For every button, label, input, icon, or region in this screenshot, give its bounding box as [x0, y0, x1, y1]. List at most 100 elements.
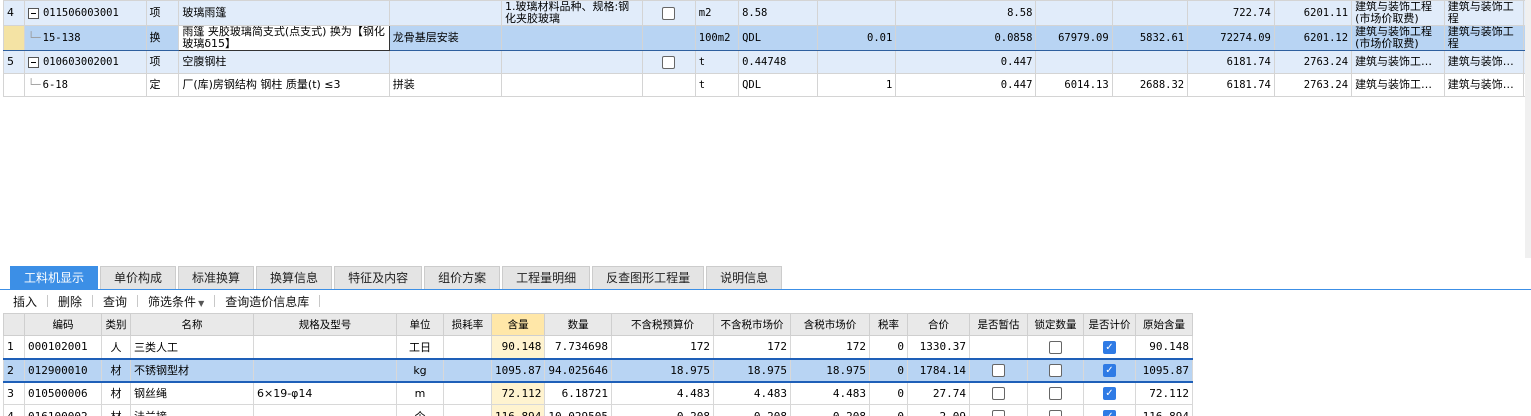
resource-code[interactable]: 012900010 [24, 357, 102, 383]
work-content[interactable]: 龙骨基层安装 [388, 25, 502, 51]
column-header[interactable]: 编码 [24, 313, 102, 336]
price-cell[interactable]: 0.208 [789, 404, 870, 416]
loss-rate[interactable] [443, 381, 492, 405]
price-cell[interactable]: 4.483 [789, 381, 870, 405]
resource-name[interactable]: 法兰接 [130, 404, 254, 416]
column-header[interactable]: 含量 [490, 313, 546, 336]
collapse-icon[interactable] [27, 7, 39, 19]
column-header[interactable]: 名称 [130, 313, 254, 336]
column-header[interactable]: 单位 [396, 313, 444, 336]
price-cell[interactable]: 172 [789, 335, 870, 359]
column-header[interactable]: 是否暂估 [968, 313, 1028, 336]
work-content[interactable]: 拼装 [388, 73, 502, 97]
column-header[interactable]: 含税市场价 [789, 313, 870, 336]
lock-qty-checkbox[interactable] [1048, 340, 1062, 354]
price-cell[interactable]: 172 [712, 335, 791, 359]
collapse-icon[interactable] [27, 56, 39, 68]
resource-name[interactable]: 三类人工 [130, 335, 254, 359]
estimate-checkbox[interactable] [991, 409, 1005, 416]
item-feature[interactable] [500, 73, 643, 97]
lock-qty-checkbox[interactable] [1048, 387, 1062, 400]
work-content[interactable] [388, 0, 502, 26]
tab-quantity-detail[interactable]: 工程量明细 [502, 266, 591, 289]
resource-name[interactable]: 钢丝绳 [130, 381, 254, 405]
table-row[interactable]: 5 010603002001 项 空腹钢柱 t 0.44748 0.447 61… [3, 50, 1531, 74]
insert-button[interactable]: 插入 [13, 293, 37, 310]
column-header[interactable]: 不含税市场价 [712, 313, 791, 336]
resource-code[interactable]: 016100002 [24, 404, 102, 416]
priced-checkbox[interactable]: ✓ [1102, 387, 1116, 400]
filter-dropdown[interactable]: 筛选条件 ▼ [148, 293, 204, 310]
item-feature[interactable] [500, 25, 643, 51]
resource-spec[interactable] [253, 335, 397, 359]
lock-qty-checkbox[interactable] [1048, 409, 1062, 416]
item-name[interactable]: 空腹钢柱 [178, 50, 390, 74]
column-header[interactable]: 税率 [868, 313, 908, 336]
resource-code[interactable]: 010500006 [24, 381, 102, 405]
item-feature[interactable]: 1.玻璃材料品种、规格:钢化夹胶玻璃 [500, 0, 643, 26]
tab-conversion-info[interactable]: 换算信息 [256, 266, 333, 289]
column-header[interactable]: 类别 [101, 313, 131, 336]
resource-name[interactable]: 不锈钢型材 [130, 357, 254, 383]
tax-rate[interactable]: 0 [868, 357, 908, 383]
table-row[interactable]: 1 000102001 人 三类人工 工日 90.148 7.734698 17… [3, 335, 1193, 359]
tax-rate[interactable]: 0 [868, 335, 908, 359]
table-row[interactable]: 4 016100002 材 法兰接 个 116.894 10.029505 0.… [3, 404, 1193, 416]
item-name[interactable]: 玻璃雨篷 [178, 0, 390, 26]
resource-spec[interactable] [253, 357, 397, 383]
tab-unit-price-composition[interactable]: 单价构成 [100, 266, 177, 289]
tab-description[interactable]: 说明信息 [706, 266, 783, 289]
qty-expression[interactable]: QDL [738, 25, 819, 51]
content-value[interactable]: 1095.87 [490, 357, 546, 383]
loss-rate[interactable] [443, 335, 492, 359]
content-value[interactable]: 116.894 [490, 404, 546, 416]
table-row[interactable]: └─ 6-18 定 厂(库)房钢结构 钢柱 质量(t) ≤3 拼装 t QDL 1… [3, 73, 1531, 97]
estimate-checkbox[interactable] [991, 363, 1005, 377]
price-cell[interactable]: 18.975 [712, 357, 791, 383]
content-value[interactable]: 90.148 [490, 335, 546, 359]
qty-expression[interactable]: QDL [738, 73, 819, 97]
resource-spec[interactable] [253, 404, 397, 416]
content-value[interactable]: 72.112 [490, 381, 546, 405]
tab-labor-material-machine[interactable]: 工料机显示 [10, 266, 99, 289]
lock-qty-checkbox[interactable] [1048, 363, 1062, 377]
column-header[interactable]: 是否计价 [1082, 313, 1136, 336]
price-cell[interactable]: 18.975 [789, 357, 870, 383]
column-header[interactable]: 规格及型号 [253, 313, 397, 336]
column-header[interactable]: 损耗率 [443, 313, 492, 336]
estimate-checkbox[interactable] [991, 387, 1005, 400]
column-header[interactable]: 合价 [906, 313, 970, 336]
table-row[interactable]: 2 012900010 材 不锈钢型材 kg 1095.87 94.025646… [3, 357, 1193, 383]
priced-checkbox[interactable]: ✓ [1102, 363, 1116, 377]
vertical-scrollbar[interactable] [1525, 0, 1531, 258]
price-cell[interactable]: 4.483 [712, 381, 791, 405]
column-header[interactable]: 锁定数量 [1026, 313, 1084, 336]
qty-expression[interactable]: 0.44748 [738, 50, 819, 74]
tax-rate[interactable]: 0 [868, 404, 908, 416]
table-row[interactable]: └─ 15-138 换 雨篷 夹胶玻璃简支式(点支式) 换为【钢化玻璃δ15】 龙… [3, 25, 1531, 51]
qty-expression[interactable]: 8.58 [738, 0, 819, 26]
delete-button[interactable]: 删除 [58, 293, 82, 310]
priced-checkbox[interactable]: ✓ [1102, 340, 1116, 354]
column-header[interactable]: 不含税预算价 [610, 313, 714, 336]
item-name[interactable]: 厂(库)房钢结构 钢柱 质量(t) ≤3 [178, 73, 390, 97]
item-feature[interactable] [500, 50, 643, 74]
tab-pricing-scheme[interactable]: 组价方案 [424, 266, 501, 289]
tab-standard-conversion[interactable]: 标准换算 [178, 266, 255, 289]
tab-features-content[interactable]: 特征及内容 [334, 266, 423, 289]
loss-rate[interactable] [443, 404, 492, 416]
table-row[interactable]: 3 010500006 材 钢丝绳 6×19-φ14 m 72.112 6.18… [3, 381, 1193, 405]
resource-spec[interactable]: 6×19-φ14 [253, 381, 397, 405]
work-content[interactable] [388, 50, 502, 74]
resource-code[interactable]: 000102001 [24, 335, 102, 359]
tab-reverse-graphic-quantity[interactable]: 反查图形工程量 [592, 266, 705, 289]
loss-rate[interactable] [443, 357, 492, 383]
checkbox[interactable] [662, 55, 676, 69]
checkbox[interactable] [662, 6, 676, 20]
tax-rate[interactable]: 0 [868, 381, 908, 405]
priced-checkbox[interactable]: ✓ [1102, 409, 1116, 416]
column-header[interactable]: 数量 [544, 313, 612, 336]
query-button[interactable]: 查询 [103, 293, 127, 310]
price-info-lookup-button[interactable]: 查询造价信息库 [225, 293, 309, 310]
item-name-editor[interactable]: 雨篷 夹胶玻璃简支式(点支式) 换为【钢化玻璃δ15】 [178, 25, 390, 51]
